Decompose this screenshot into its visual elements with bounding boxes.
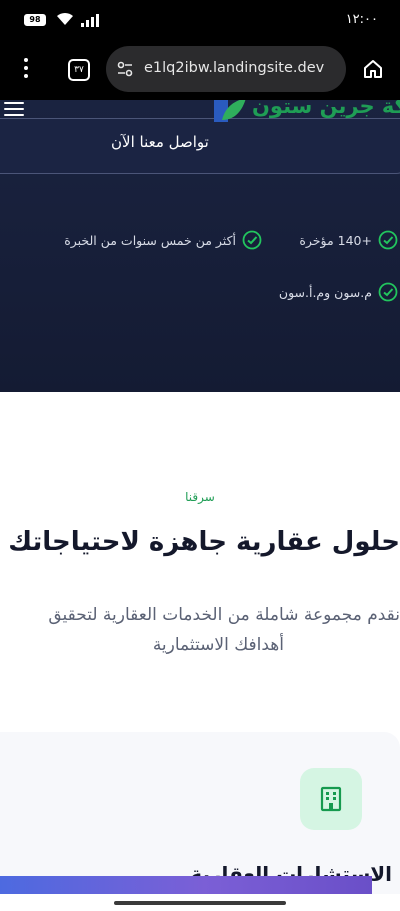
check-circle-icon	[378, 282, 398, 302]
status-bar: 98 ١٢:٠٠	[0, 0, 400, 40]
site-settings-icon[interactable]	[116, 60, 134, 78]
feature-text: م.سون وم.أ.سون	[278, 284, 372, 300]
tab-switcher-button[interactable]: ٣٧	[68, 59, 90, 81]
hero-section: تواصل معنا الآن شركة جرين ستون +140 مؤخر…	[0, 100, 400, 392]
section-description: نقدم مجموعة شاملة من الخدمات العقارية لت…	[0, 600, 400, 660]
logo-text: شركة جرين ستون	[252, 100, 400, 118]
contact-button-label: تواصل معنا الآن	[111, 133, 209, 151]
description-line: أهدافك الاستثمارية	[152, 635, 284, 655]
description-line: نقدم مجموعة شاملة من الخدمات العقارية لت…	[48, 605, 400, 625]
section-tag: سرقنا	[185, 490, 215, 504]
signal-icon	[81, 14, 99, 27]
feature-text: أكثر من خمس سنوات من الخبرة	[64, 232, 236, 248]
wifi-icon	[57, 12, 73, 25]
section-title: حلول عقارية جاهزة لاحتياجاتك	[8, 527, 400, 557]
home-icon[interactable]	[362, 58, 384, 80]
feature-item: +140 مؤخرة	[299, 230, 398, 250]
hamburger-menu-icon[interactable]	[4, 102, 24, 118]
contact-button[interactable]: تواصل معنا الآن	[0, 118, 400, 174]
leaf-logo-icon	[214, 100, 246, 122]
service-icon-tile	[300, 768, 362, 830]
menu-dots-icon[interactable]	[18, 58, 34, 82]
gesture-handle[interactable]	[114, 901, 286, 905]
clock: ١٢:٠٠	[345, 12, 378, 27]
building-icon	[320, 786, 342, 812]
browser-toolbar: ٣٧ e1lq2ibw.landingsite.dev	[0, 40, 400, 100]
check-circle-icon	[378, 230, 398, 250]
feature-item: أكثر من خمس سنوات من الخبرة	[64, 230, 262, 250]
bottom-banner	[0, 876, 372, 894]
url-text: e1lq2ibw.landingsite.dev	[144, 60, 325, 76]
feature-text: +140 مؤخرة	[299, 232, 372, 248]
battery-icon: 98	[24, 14, 46, 26]
address-bar[interactable]: e1lq2ibw.landingsite.dev	[106, 46, 346, 92]
feature-item: م.سون وم.أ.سون	[279, 282, 398, 302]
check-circle-icon	[242, 230, 262, 250]
